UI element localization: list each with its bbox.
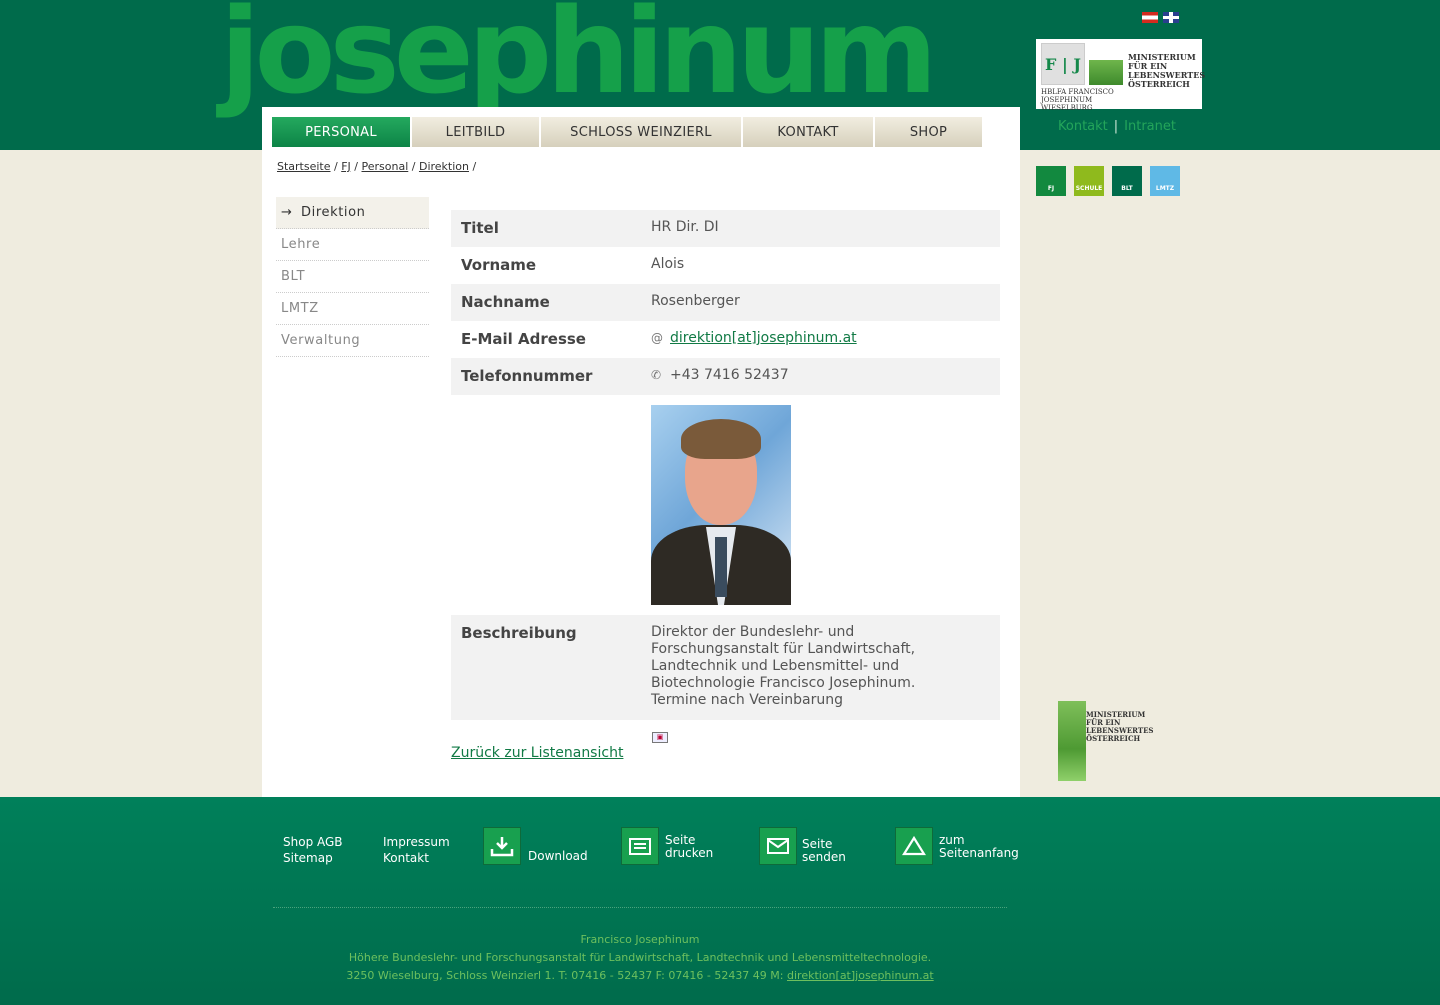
photo-cell — [651, 395, 1000, 615]
subnav-item-blt[interactable]: BLT — [276, 261, 429, 293]
titel-label: Titel — [461, 219, 499, 237]
footer: Shop AGB Sitemap Impressum Kontakt Downl… — [0, 797, 1440, 1005]
nav-tab-personal[interactable]: PERSONAL — [272, 117, 412, 147]
uk-flag-icon[interactable] — [1163, 12, 1179, 23]
envelope-icon[interactable] — [759, 827, 797, 865]
ministry-text: MINISTERIUM FÜR EIN LEBENSWERTES ÖSTERRE… — [1086, 710, 1154, 743]
division-fj[interactable]: FJ — [1036, 166, 1066, 196]
site-logo[interactable]: josephinum — [220, 0, 938, 110]
telefon-value: +43 7416 52437 — [670, 367, 789, 383]
subnav-label: BLT — [281, 269, 306, 284]
subnav-label: Verwaltung — [281, 333, 361, 348]
sitemap-link[interactable]: Sitemap — [283, 850, 343, 866]
row-nachname: Nachname Rosenberger — [451, 284, 1000, 321]
email-label: E-Mail Adresse — [461, 330, 586, 348]
nachname-label: Nachname — [461, 293, 550, 311]
vorname-value: Alois — [651, 256, 685, 272]
beschreibung-label: Beschreibung — [461, 624, 577, 642]
intranet-link[interactable]: Intranet — [1124, 119, 1176, 134]
breadcrumb-fj[interactable]: FJ — [341, 160, 351, 173]
photo-hair-shape — [681, 419, 761, 459]
breadcrumb-startseite[interactable]: Startseite — [277, 160, 331, 173]
division-links: FJ SCHULE BLT LMTZ — [1036, 166, 1180, 196]
titel-value: HR Dir. DI — [651, 219, 719, 235]
vorname-label: Vorname — [461, 256, 537, 274]
at-sign-icon: @ — [651, 331, 663, 345]
arrow-right-icon: → — [281, 205, 293, 220]
phone-icon: ✆ — [651, 368, 662, 382]
row-email: E-Mail Adresse @ direktion[at]josephinum.… — [451, 321, 1000, 358]
row-telefon: Telefonnummer ✆ +43 7416 52437 — [451, 358, 1000, 395]
footer-email-link[interactable]: direktion[at]josephinum.at — [787, 969, 934, 982]
photo-tie-shape — [715, 537, 727, 597]
row-vorname: Vorname Alois — [451, 247, 1000, 284]
footer-org-name: Francisco Josephinum — [580, 933, 700, 946]
back-to-list-link[interactable]: Zurück zur Listenansicht — [451, 745, 623, 761]
sub-navigation: → Direktion Lehre BLT LMTZ Verwaltung — [276, 197, 429, 357]
link-separator: | — [1113, 119, 1119, 134]
footer-kontakt-link[interactable]: Kontakt — [383, 850, 450, 866]
subnav-item-lehre[interactable]: Lehre — [276, 229, 429, 261]
footer-col-2: Impressum Kontakt — [383, 834, 450, 866]
telefon-cell: ✆ +43 7416 52437 — [651, 358, 1000, 395]
nav-tab-shop[interactable]: SHOP — [875, 117, 982, 147]
row-beschreibung: Beschreibung Direktor der Bundeslehr- un… — [451, 615, 1000, 720]
telefon-label: Telefonnummer — [461, 367, 593, 385]
person-photo — [651, 405, 791, 605]
footer-org-desc: Höhere Bundeslehr- und Forschungsanstalt… — [348, 951, 932, 964]
impressum-link[interactable]: Impressum — [383, 834, 450, 850]
print-page-link[interactable]: Seite drucken — [665, 834, 713, 860]
subnav-item-direktion[interactable]: → Direktion — [276, 197, 429, 229]
top-links: Kontakt | Intranet — [1058, 119, 1176, 134]
kontakt-link[interactable]: Kontakt — [1058, 119, 1108, 134]
subnav-item-verwaltung[interactable]: Verwaltung — [276, 325, 429, 357]
grass-icon — [1089, 43, 1123, 85]
main-nav: PERSONAL LEITBILD SCHLOSS WEINZIERL KONT… — [272, 117, 982, 147]
subnav-item-lmtz[interactable]: LMTZ — [276, 293, 429, 325]
arrow-up-icon[interactable] — [895, 827, 933, 865]
division-blt[interactable]: BLT — [1112, 166, 1142, 196]
beschreibung-cell: Direktor der Bundeslehr- und Forschungsa… — [651, 615, 1000, 720]
email-cell: @ direktion[at]josephinum.at — [651, 321, 1000, 358]
row-titel: Titel HR Dir. DI — [451, 210, 1000, 247]
subnav-label: Direktion — [301, 205, 366, 220]
breadcrumb-direktion[interactable]: Direktion — [419, 160, 469, 173]
row-photo — [451, 395, 1000, 615]
ministry-logo[interactable]: F | J MINISTERIUM FÜR EIN LEBENSWERTES Ö… — [1036, 39, 1206, 112]
person-detail-table: Titel HR Dir. DI Vorname Alois Nachname … — [451, 210, 1000, 720]
photo-label-empty — [451, 395, 651, 615]
ministry-text: MINISTERIUM FÜR EIN LEBENSWERTES ÖSTERRE… — [1128, 52, 1206, 89]
footer-address: 3250 Wieselburg, Schloss Weinzierl 1. T:… — [346, 969, 934, 982]
nav-tab-schloss-weinzierl[interactable]: SCHLOSS WEINZIERL — [541, 117, 743, 147]
fj-logo-icon: F | J — [1041, 43, 1085, 85]
footer-col-1: Shop AGB Sitemap — [283, 834, 343, 866]
nav-tab-kontakt[interactable]: KONTAKT — [743, 117, 875, 147]
beschreibung-value: Direktor der Bundeslehr- und Forschungsa… — [651, 624, 916, 708]
nav-tab-leitbild[interactable]: LEITBILD — [412, 117, 541, 147]
nachname-value: Rosenberger — [651, 293, 740, 309]
back-to-top-link[interactable]: zum Seitenanfang — [939, 834, 1019, 860]
vcard-icon[interactable]: ▣ — [652, 732, 668, 743]
breadcrumb: Startseite / FJ / Personal / Direktion / — [277, 160, 477, 173]
printer-icon[interactable] — [621, 827, 659, 865]
email-link[interactable]: direktion[at]josephinum.at — [670, 330, 857, 346]
language-switcher — [1142, 12, 1179, 23]
division-lmtz[interactable]: LMTZ — [1150, 166, 1180, 196]
ministry-logo-bottom[interactable]: MINISTERIUM FÜR EIN LEBENSWERTES ÖSTERRE… — [1058, 701, 1154, 781]
division-schule[interactable]: SCHULE — [1074, 166, 1104, 196]
school-text: HBLFA FRANCISCO JOSEPHINUM WIESELBURG — [1041, 88, 1114, 112]
download-icon[interactable] — [483, 827, 521, 865]
austria-flag-icon[interactable] — [1142, 12, 1158, 23]
grass-icon — [1058, 701, 1086, 781]
subnav-label: LMTZ — [281, 301, 319, 316]
breadcrumb-personal[interactable]: Personal — [362, 160, 409, 173]
footer-info: Francisco Josephinum Höhere Bundeslehr- … — [0, 931, 1280, 985]
shop-agb-link[interactable]: Shop AGB — [283, 834, 343, 850]
send-page-link[interactable]: Seite senden — [802, 838, 846, 864]
download-link[interactable]: Download — [528, 850, 588, 863]
footer-divider — [273, 907, 1007, 908]
subnav-label: Lehre — [281, 237, 321, 252]
